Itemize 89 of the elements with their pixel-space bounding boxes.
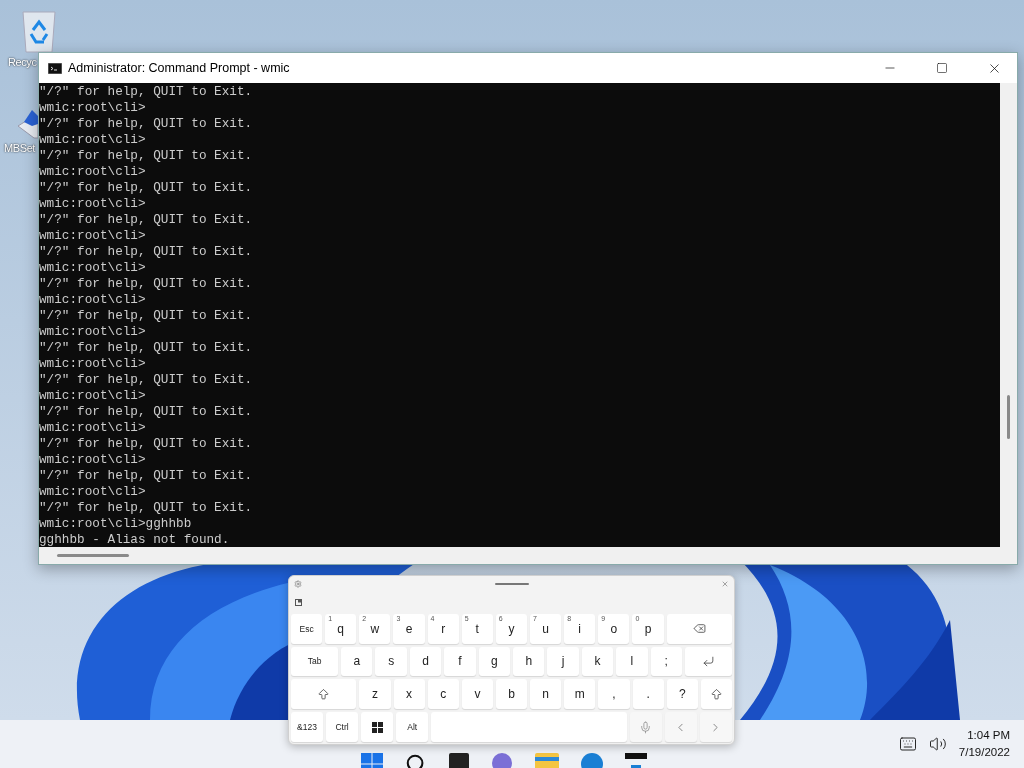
key[interactable]: ; xyxy=(650,646,682,677)
console-line: "/?" for help, QUIT to Exit. xyxy=(39,84,254,100)
key[interactable]: n xyxy=(530,679,562,710)
console-line: "/?" for help, QUIT to Exit. xyxy=(39,500,254,516)
console-line: wmic:root\cli> xyxy=(39,164,147,180)
microphone-icon xyxy=(639,720,653,734)
time-text: 1:04 PM xyxy=(967,728,1010,743)
key[interactable]: v xyxy=(461,679,493,710)
key[interactable]: ? xyxy=(666,679,698,710)
console-line: "/?" for help, QUIT to Exit. xyxy=(39,148,254,164)
keyboard-icon[interactable] xyxy=(898,735,917,753)
scrollbar-thumb[interactable] xyxy=(1007,395,1010,439)
folder-icon[interactable] xyxy=(535,753,560,768)
app-icon[interactable] xyxy=(449,753,470,768)
maximize-icon xyxy=(936,62,948,74)
key[interactable]: Alt xyxy=(396,712,429,742)
key[interactable]: Ctrl xyxy=(326,712,359,742)
layout-icon[interactable] xyxy=(295,599,302,607)
window-title: Administrator: Command Prompt - wmic xyxy=(68,61,291,75)
console-line: "/?" for help, QUIT to Exit. xyxy=(39,180,254,196)
key[interactable]: z xyxy=(359,679,391,710)
shift-icon xyxy=(317,687,331,701)
windows-key[interactable] xyxy=(361,712,394,742)
console-line: wmic:root\cli> xyxy=(39,420,147,436)
console-line: "/?" for help, QUIT to Exit. xyxy=(39,436,254,452)
console-line: "/?" for help, QUIT to Exit. xyxy=(39,212,254,228)
backspace-key[interactable] xyxy=(666,613,732,644)
key[interactable]: Esc xyxy=(291,613,323,644)
key[interactable]: f xyxy=(444,646,476,677)
console-line: "/?" for help, QUIT to Exit. xyxy=(39,468,254,484)
console-line: wmic:root\cli> xyxy=(39,260,147,276)
console-line: wmic:root\cli> xyxy=(39,100,147,116)
settings-icon[interactable] xyxy=(294,579,302,588)
key[interactable]: &123 xyxy=(291,712,324,742)
key[interactable]: Tab xyxy=(291,646,339,677)
enter-icon xyxy=(702,654,715,668)
close-icon[interactable] xyxy=(721,579,729,588)
key[interactable]: c xyxy=(427,679,459,710)
start-icon xyxy=(361,753,384,768)
backspace-icon xyxy=(692,622,706,636)
key[interactable]: x xyxy=(393,679,425,710)
console-line: wmic:root\cli>gghhbb xyxy=(39,516,193,532)
key[interactable]: s xyxy=(375,646,407,677)
key[interactable]: l xyxy=(616,646,648,677)
key[interactable]: h xyxy=(513,646,545,677)
console-icon xyxy=(48,62,62,74)
console-line: wmic:root\cli> xyxy=(39,228,147,244)
console-line: wmic:root\cli> xyxy=(39,452,147,468)
shift-icon xyxy=(709,687,723,701)
desktop-icon-label: MBSet xyxy=(4,142,35,154)
console-line: "/?" for help, QUIT to Exit. xyxy=(39,340,254,356)
console-line: "/?" for help, QUIT to Exit. xyxy=(39,244,254,260)
microphone-key[interactable] xyxy=(629,712,662,742)
console-line: "/?" for help, QUIT to Exit. xyxy=(39,276,254,292)
key[interactable]: . xyxy=(632,679,664,710)
drag-handle[interactable] xyxy=(494,582,529,585)
recycle-bin-icon[interactable] xyxy=(20,10,58,54)
key[interactable]: k xyxy=(581,646,614,677)
console-line: "/?" for help, QUIT to Exit. xyxy=(39,116,254,132)
installer-icon[interactable] xyxy=(16,108,38,140)
desktop-icon-label: Recyc xyxy=(8,56,37,68)
console-line: wmic:root\cli> xyxy=(39,388,147,404)
speaker-icon[interactable] xyxy=(928,735,947,753)
key[interactable]: a xyxy=(341,646,373,677)
shift-key[interactable] xyxy=(700,679,732,710)
clock[interactable]: 1:04 PM 7/19/2022 xyxy=(958,727,1010,761)
console-line: "/?" for help, QUIT to Exit. xyxy=(39,404,254,420)
key[interactable]: , xyxy=(598,679,630,710)
key[interactable]: g xyxy=(478,646,511,677)
console-line: gghhbb - Alias not found. xyxy=(39,532,231,547)
console-line: wmic:root\cli> xyxy=(39,132,147,148)
enter-key[interactable] xyxy=(685,646,733,677)
console-line: "/?" for help, QUIT to Exit. xyxy=(39,308,254,324)
date-text: 7/19/2022 xyxy=(958,745,1010,760)
key[interactable]: j xyxy=(547,646,579,677)
vertical-scrollbar[interactable] xyxy=(1000,83,1017,564)
key[interactable]: d xyxy=(409,646,442,677)
console-line: wmic:root\cli> xyxy=(39,196,147,212)
console-line: wmic:root\cli> xyxy=(39,292,147,308)
scrollbar-thumb[interactable] xyxy=(57,554,129,557)
console-line: wmic:root\cli> xyxy=(39,484,147,500)
horizontal-scrollbar[interactable] xyxy=(39,547,1000,564)
key[interactable]: m xyxy=(564,679,596,710)
console-line: "/?" for help, QUIT to Exit. xyxy=(39,372,254,388)
console-line: wmic:root\cli> xyxy=(39,324,147,340)
console-line: wmic:root\cli> xyxy=(39,356,147,372)
windows-icon xyxy=(371,721,383,733)
key[interactable]: b xyxy=(495,679,528,710)
app-icon[interactable] xyxy=(625,753,648,768)
